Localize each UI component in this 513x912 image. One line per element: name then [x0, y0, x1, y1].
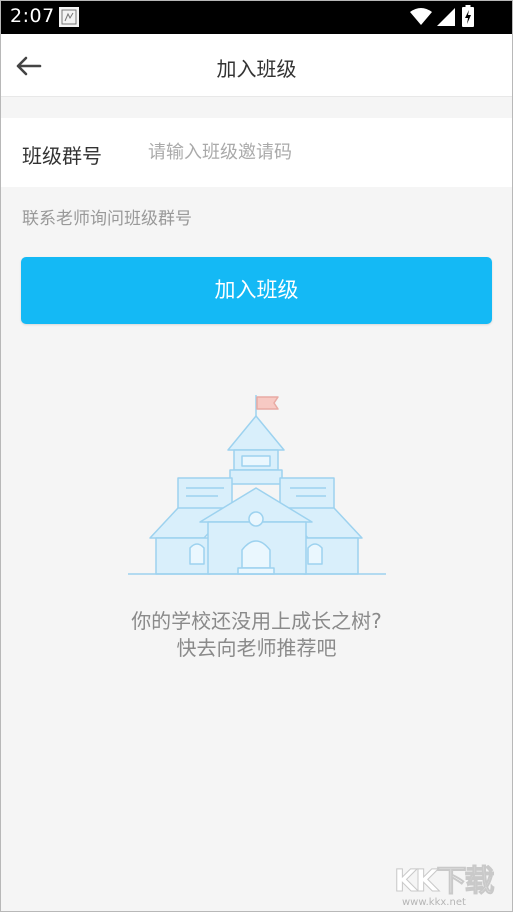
status-time: 2:07 [10, 5, 55, 27]
empty-state-line2: 快去向老师推荐吧 [176, 636, 337, 660]
class-code-input[interactable] [148, 132, 488, 172]
signal-icon [437, 8, 455, 30]
join-class-button[interactable]: 加入班级 [21, 257, 492, 324]
empty-state-line1: 你的学校还没用上成长之树? [131, 609, 382, 633]
page-title: 加入班级 [216, 57, 297, 81]
watermark-url: www.kkx.net [402, 897, 466, 908]
school-building-icon [128, 392, 386, 581]
watermark-logo: KK下载 [394, 864, 495, 900]
app-header: 加入班级 [0, 34, 513, 97]
class-code-row: 班级群号 [0, 118, 513, 187]
wifi-icon [410, 8, 432, 30]
class-code-label: 班级群号 [22, 144, 102, 168]
watermark: KK下载 www.kkx.net [388, 850, 513, 910]
status-bar: 2:07 [0, 0, 513, 34]
gallery-notification-icon [59, 7, 79, 27]
hint-text: 联系老师询问班级群号 [22, 209, 192, 229]
battery-icon [462, 5, 474, 31]
